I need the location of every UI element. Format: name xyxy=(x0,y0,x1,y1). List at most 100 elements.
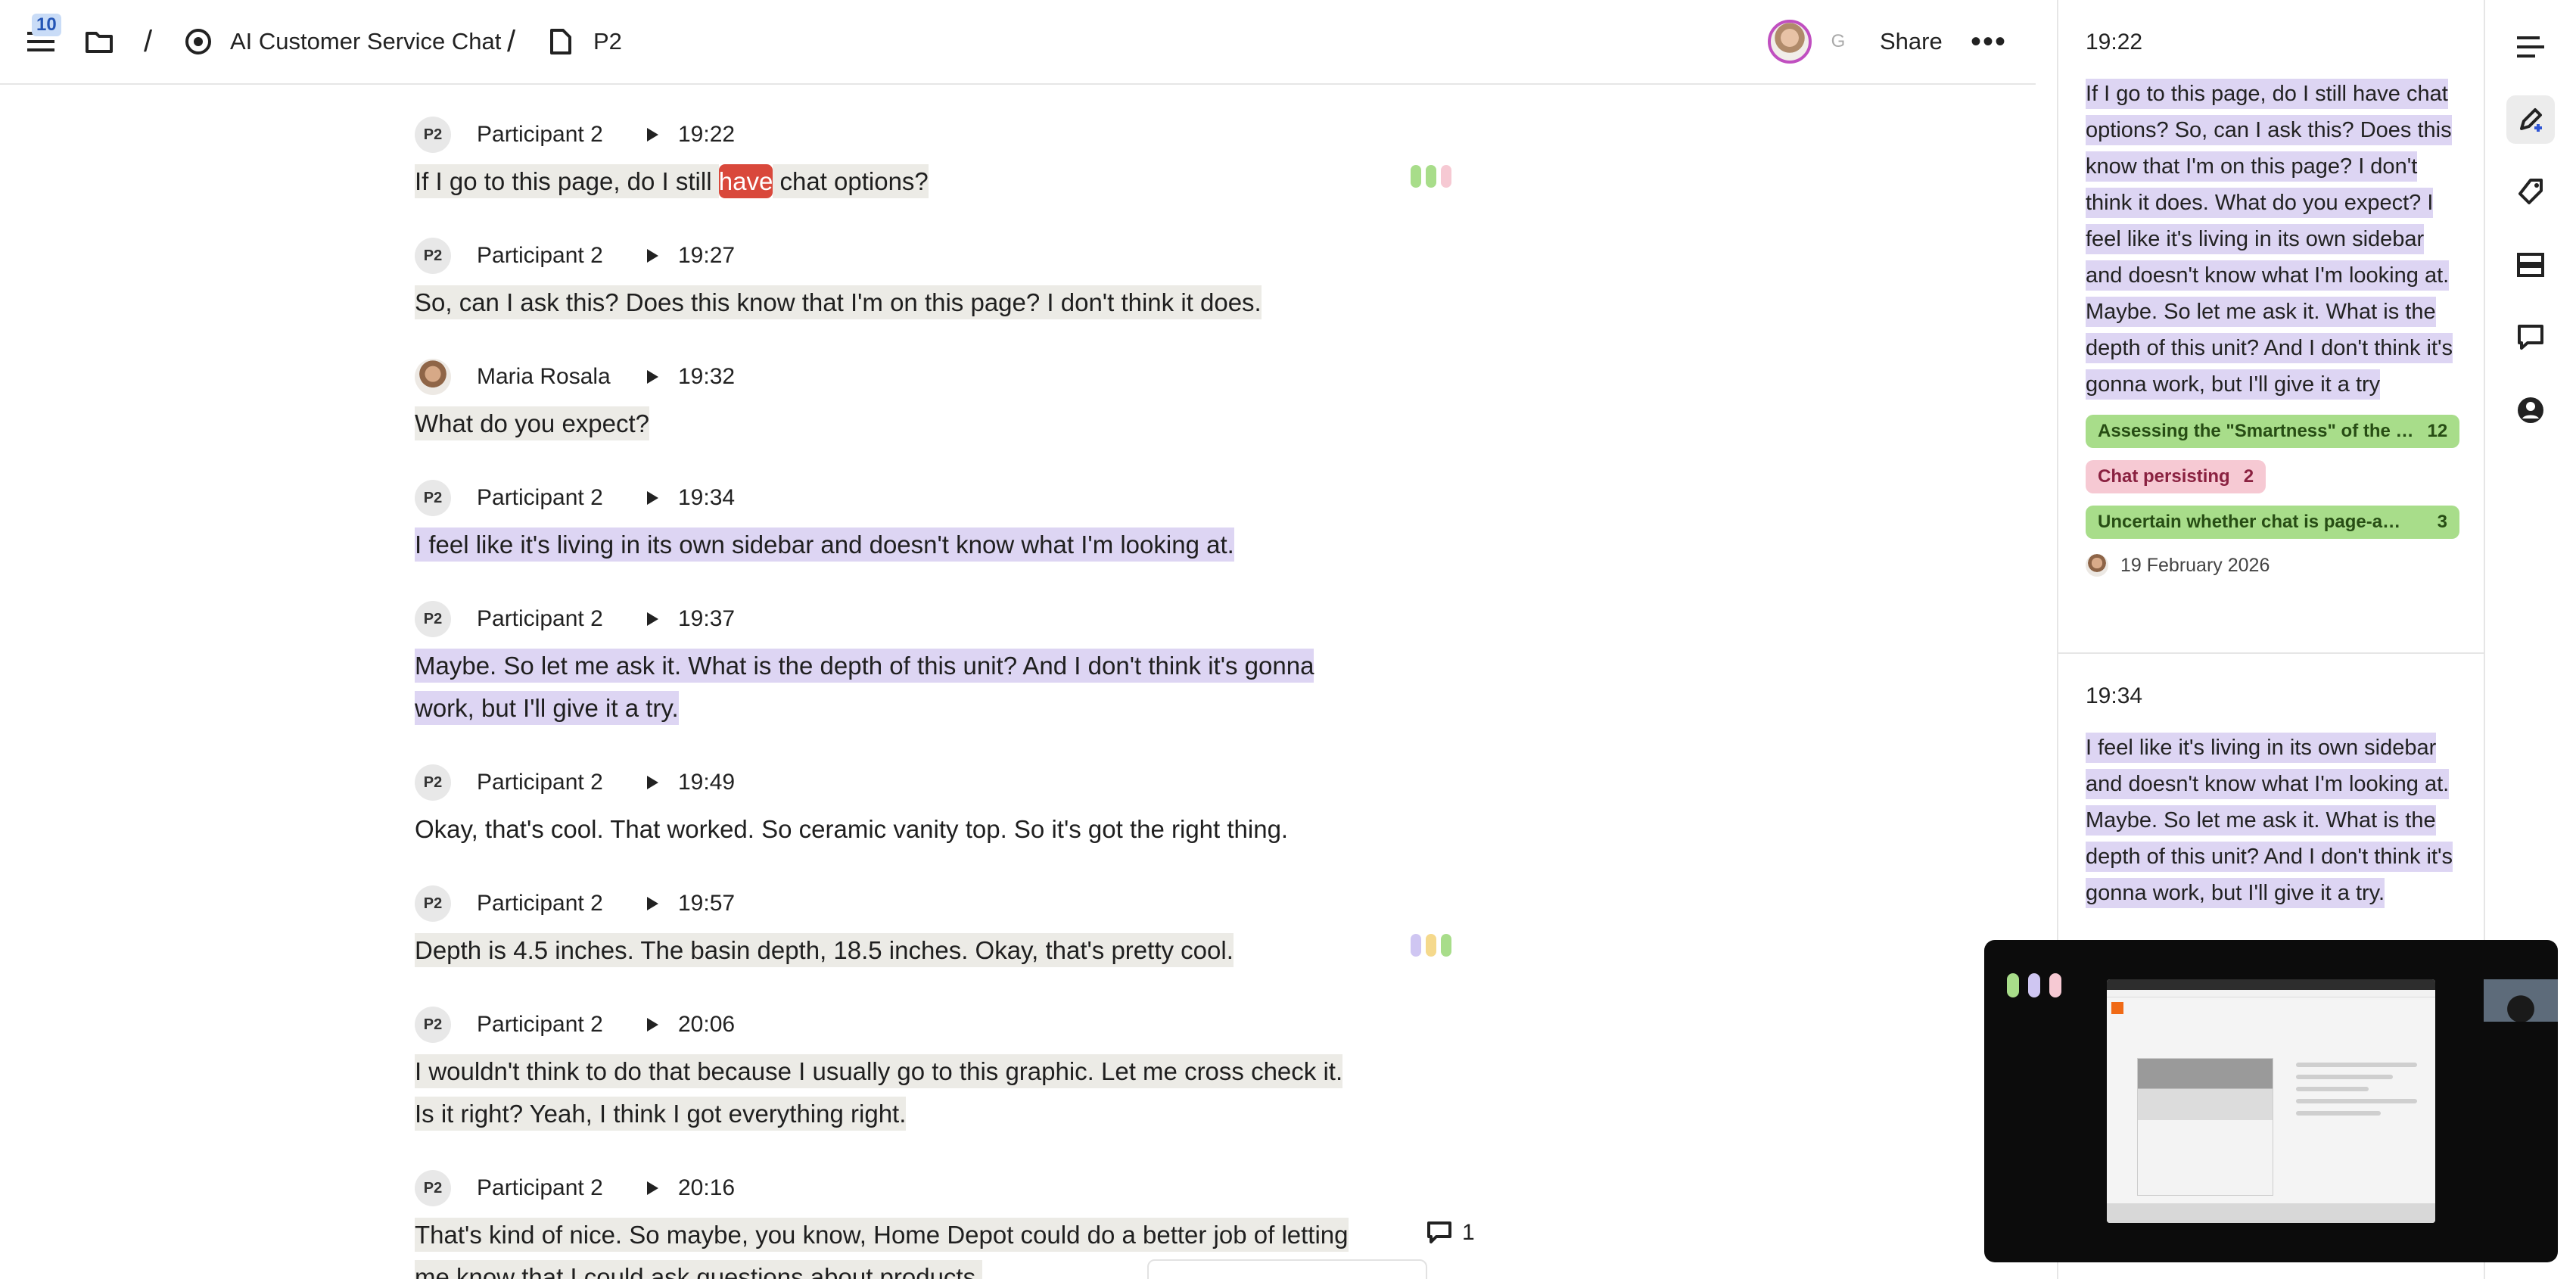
transcript-text[interactable]: Okay, that's cool. That worked. So ceram… xyxy=(415,808,1368,851)
speaker-name: Participant 2 xyxy=(477,1175,603,1200)
share-button[interactable]: Share xyxy=(1880,0,1943,83)
speaker-name: Participant 2 xyxy=(477,485,603,510)
participant-camera xyxy=(2484,979,2558,1022)
tag-label: Chat persisting xyxy=(2098,466,2230,487)
play-icon[interactable] xyxy=(637,369,667,385)
highlight-time: 19:34 xyxy=(2086,683,2143,708)
timestamp[interactable]: 19:37 xyxy=(678,606,735,632)
folder-icon[interactable] xyxy=(85,0,121,83)
play-icon[interactable] xyxy=(637,1180,667,1197)
speaker-name: Participant 2 xyxy=(477,1012,603,1037)
timestamp[interactable]: 19:32 xyxy=(678,364,735,390)
speaker-name: Maria Rosala xyxy=(477,364,611,389)
speaker-avatar: P2 xyxy=(415,764,451,801)
document-icon xyxy=(549,0,580,83)
highlight-pen-icon[interactable] xyxy=(2506,95,2555,144)
tag-label: Assessing the "Smartness" of the … xyxy=(2098,421,2414,441)
divider xyxy=(2058,652,2484,654)
timestamp[interactable]: 19:22 xyxy=(678,122,735,148)
guest-avatar[interactable]: G xyxy=(1819,0,1857,83)
highlight-meta: 19 February 2026 xyxy=(2086,554,2459,577)
tag-dot xyxy=(1426,165,1436,188)
timestamp[interactable]: 19:49 xyxy=(678,770,735,795)
comment-icon xyxy=(1427,1221,1451,1243)
tag-dot xyxy=(1411,934,1421,957)
speaker-name: Participant 2 xyxy=(477,606,603,631)
video-player[interactable] xyxy=(1984,940,2558,1262)
transcript: P2 Participant 2 19:22 If I go to this page… xyxy=(0,85,2036,1279)
text-span: Maybe. So let me ask it. What is the dep… xyxy=(415,649,1314,725)
tag-pill[interactable]: Chat persisting 2 xyxy=(2086,460,2266,493)
tag-indicator[interactable] xyxy=(1411,165,1451,188)
comment-icon[interactable] xyxy=(2506,313,2555,362)
user-avatar[interactable] xyxy=(1768,0,1813,83)
product-image xyxy=(2137,1058,2273,1196)
site-logo xyxy=(2111,1002,2123,1014)
timestamp[interactable]: 19:27 xyxy=(678,243,735,269)
highlight-date: 19 February 2026 xyxy=(2120,554,2270,576)
highlight-quote: I feel like it's living in its own sideb… xyxy=(2086,730,2459,911)
segment-header: P2 Participant 2 19:34 xyxy=(415,480,735,516)
transcript-text[interactable]: Maybe. So let me ask it. What is the dep… xyxy=(415,645,1368,730)
segment-header: P2 Participant 2 19:57 xyxy=(415,885,735,922)
transcript-text[interactable]: Depth is 4.5 inches. The basin depth, 18… xyxy=(415,929,1368,972)
comment-indicator[interactable]: 1 xyxy=(1426,1220,1475,1246)
play-icon[interactable] xyxy=(637,490,667,506)
transcript-text[interactable]: If I go to this page, do I still have ch… xyxy=(415,160,1368,203)
more-options-icon[interactable]: ••• xyxy=(1971,0,2007,83)
transcript-text[interactable]: So, can I ask this? Does this know that … xyxy=(415,282,1368,324)
tag-dot xyxy=(2007,973,2019,997)
timestamp[interactable]: 19:57 xyxy=(678,891,735,916)
menu-icon[interactable] xyxy=(27,0,61,83)
highlighted-word: have xyxy=(718,164,773,198)
user-circle-icon[interactable] xyxy=(2506,386,2555,434)
play-icon[interactable] xyxy=(637,774,667,791)
text-span: So, can I ask this? Does this know that … xyxy=(415,285,1262,319)
text-span: I feel like it's living in its own sideb… xyxy=(415,527,1234,562)
breadcrumb-project[interactable]: AI Customer Service Chat xyxy=(230,0,501,83)
speaker-name: Participant 2 xyxy=(477,770,603,795)
play-icon[interactable] xyxy=(637,126,667,143)
layers-icon[interactable] xyxy=(2506,241,2555,289)
top-bar: 10 / AI Customer Service Chat / P2 G Sha… xyxy=(0,0,2036,85)
play-icon[interactable] xyxy=(637,895,667,912)
highlight-time: 19:22 xyxy=(2086,30,2143,54)
text-span: Okay, that's cool. That worked. So ceram… xyxy=(415,815,1289,843)
play-icon[interactable] xyxy=(637,611,667,627)
author-avatar xyxy=(2086,554,2108,577)
tag-indicator xyxy=(2007,973,2061,997)
transcript-text[interactable]: What do you expect? xyxy=(415,403,1368,445)
tag-icon[interactable] xyxy=(2506,168,2555,216)
speaker-avatar: P2 xyxy=(415,480,451,516)
speaker-avatar xyxy=(415,359,451,395)
tag-count: 3 xyxy=(2437,512,2447,532)
timestamp[interactable]: 19:34 xyxy=(678,485,735,511)
tag-pill[interactable]: Uncertain whether chat is page-a… 3 xyxy=(2086,506,2459,539)
speaker-avatar: P2 xyxy=(415,238,451,274)
breadcrumb-separator: / xyxy=(144,24,153,58)
play-icon[interactable] xyxy=(637,1016,667,1033)
segment-header: P2 Participant 2 20:06 xyxy=(415,1007,735,1043)
text-span: If I go to this page, do I still xyxy=(415,164,719,198)
tag-indicator[interactable] xyxy=(1411,934,1451,957)
timestamp[interactable]: 20:16 xyxy=(678,1175,735,1201)
text-span: I wouldn't think to do that because I us… xyxy=(415,1054,1343,1131)
speaker-avatar: P2 xyxy=(415,1170,451,1206)
list-icon[interactable] xyxy=(2506,23,2555,71)
tag-dot xyxy=(2028,973,2040,997)
segment-header: Maria Rosala 19:32 xyxy=(415,359,735,395)
timestamp[interactable]: 20:06 xyxy=(678,1012,735,1038)
transcript-text[interactable]: I feel like it's living in its own sideb… xyxy=(415,524,1368,566)
speaker-avatar: P2 xyxy=(415,117,451,153)
highlight-card[interactable]: 19:34 I feel like it's living in its own… xyxy=(2058,674,2484,911)
segment-header: P2 Participant 2 19:37 xyxy=(415,601,735,637)
breadcrumb-document[interactable]: P2 xyxy=(593,0,622,83)
play-icon[interactable] xyxy=(637,247,667,264)
tag-dot xyxy=(1441,934,1451,957)
transcript-text[interactable]: I wouldn't think to do that because I us… xyxy=(415,1050,1368,1135)
highlight-card[interactable]: 19:22 If I go to this page, do I still h… xyxy=(2058,20,2484,577)
comment-popover[interactable] xyxy=(1147,1259,1427,1279)
speaker-name: Participant 2 xyxy=(477,122,603,147)
text-span: What do you expect? xyxy=(415,406,650,440)
tag-pill[interactable]: Assessing the "Smartness" of the … 12 xyxy=(2086,415,2459,448)
